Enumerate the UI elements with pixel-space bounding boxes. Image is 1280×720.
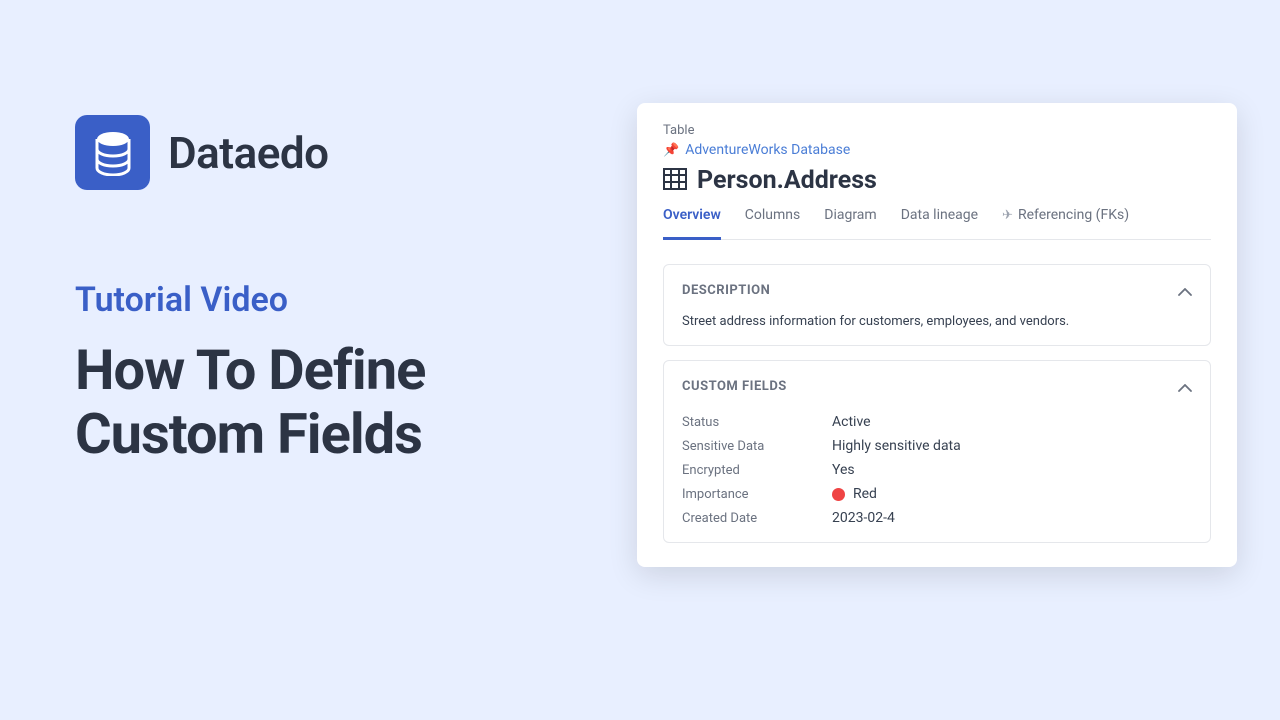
object-name: Person.Address [697,166,877,195]
field-row-created-date: Created Date 2023-02-4 [682,510,1192,526]
object-name-row: Person.Address [663,166,1211,195]
tab-columns[interactable]: Columns [745,207,800,240]
field-value: Yes [832,462,855,478]
brand-row: Dataedo [75,115,615,190]
table-icon [663,168,687,194]
title-line-1: How To Define [75,338,615,402]
brand-logo-icon [75,115,150,190]
main-title: How To Define Custom Fields [75,338,615,467]
field-value: Red [832,486,877,502]
pin-icon: 📌 [663,143,679,158]
description-card: DESCRIPTION Street address information f… [663,264,1211,346]
field-label: Importance [682,487,832,502]
custom-fields-body: Status Active Sensitive Data Highly sens… [682,414,1192,526]
details-panel: Table 📌 AdventureWorks Database Person.A… [637,103,1237,567]
tab-data-lineage[interactable]: Data lineage [901,207,978,240]
tabs: Overview Columns Diagram Data lineage ✈ … [663,207,1211,240]
tab-diagram[interactable]: Diagram [824,207,876,240]
breadcrumb: 📌 AdventureWorks Database [663,142,1211,158]
field-value: Active [832,414,871,430]
subtitle: Tutorial Video [75,280,615,320]
tab-overview[interactable]: Overview [663,207,721,240]
field-row-sensitive-data: Sensitive Data Highly sensitive data [682,438,1192,454]
brand-name: Dataedo [168,127,329,179]
field-label: Status [682,415,832,430]
field-label: Sensitive Data [682,439,832,454]
field-row-importance: Importance Red [682,486,1192,502]
breadcrumb-link[interactable]: AdventureWorks Database [685,142,850,158]
custom-fields-card: CUSTOM FIELDS Status Active Sensitive Da… [663,360,1211,543]
tab-referencing-fks[interactable]: ✈ Referencing (FKs) [1002,207,1129,240]
chevron-up-icon[interactable] [1178,281,1192,300]
field-row-status: Status Active [682,414,1192,430]
object-type-label: Table [663,123,1211,138]
red-dot-icon [832,488,845,501]
chevron-up-icon[interactable] [1178,377,1192,396]
description-text: Street address information for customers… [682,314,1192,329]
fk-icon: ✈ [1002,208,1013,223]
field-label: Created Date [682,511,832,526]
custom-fields-title: CUSTOM FIELDS [682,379,787,394]
title-line-2: Custom Fields [75,402,615,466]
tab-referencing-label: Referencing (FKs) [1018,207,1129,223]
field-row-encrypted: Encrypted Yes [682,462,1192,478]
field-value: Highly sensitive data [832,438,961,454]
field-value: 2023-02-4 [832,510,895,526]
description-title: DESCRIPTION [682,283,770,298]
importance-value-text: Red [853,486,877,502]
field-label: Encrypted [682,463,832,478]
